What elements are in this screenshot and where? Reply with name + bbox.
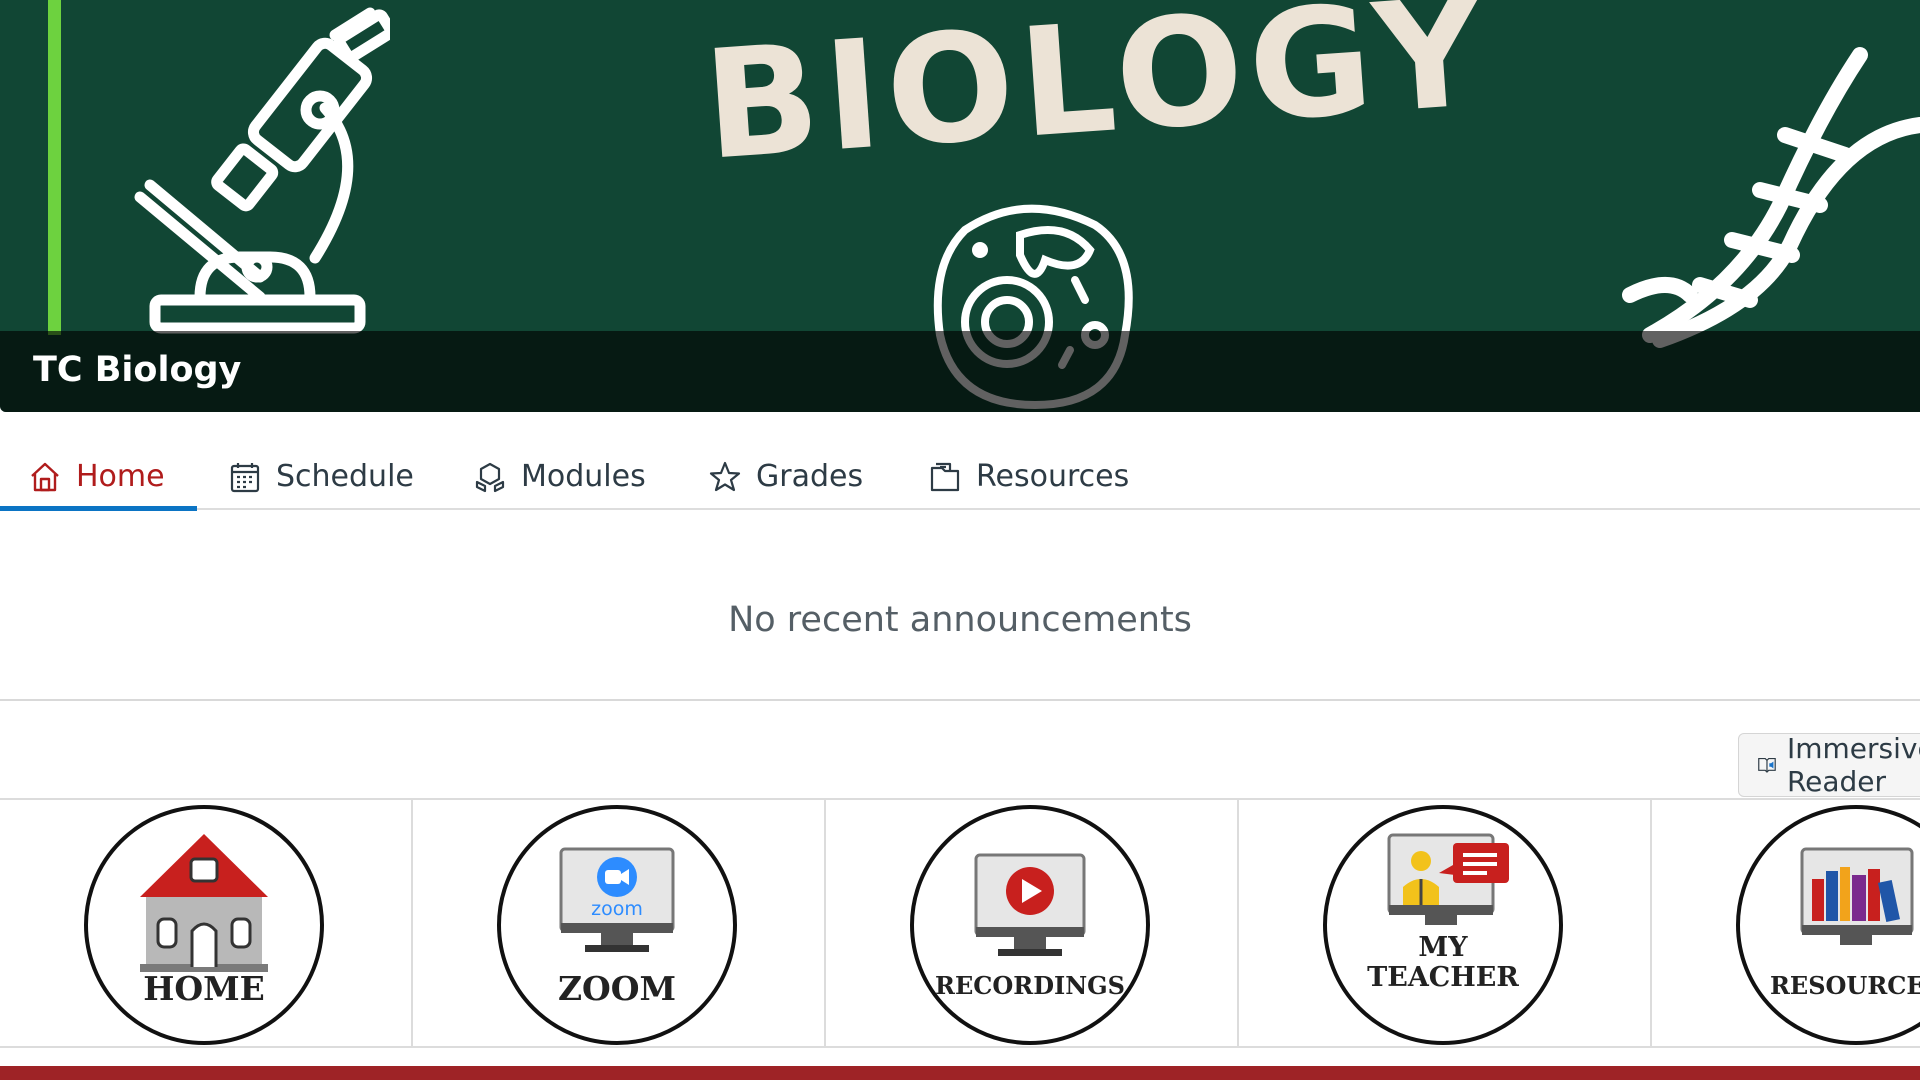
tile-resources[interactable]: RESOURCES <box>1652 800 1920 1048</box>
books-monitor-icon <box>1800 847 1914 945</box>
tile-resources-label: RESOURCES <box>1769 971 1920 1000</box>
tile-recordings-circle[interactable]: RECORDINGS <box>910 805 1150 1045</box>
teacher-monitor-icon <box>1387 833 1509 925</box>
tile-recordings[interactable]: RECORDINGS <box>826 800 1239 1048</box>
tab-home[interactable]: Home <box>0 445 197 511</box>
tab-resources-label: Resources <box>976 459 1130 494</box>
section-divider <box>0 699 1920 701</box>
immersive-reader-icon <box>1758 757 1776 773</box>
tab-schedule-label: Schedule <box>276 459 414 494</box>
star-icon <box>709 461 741 491</box>
tile-my-teacher-circle[interactable]: MY TEACHER <box>1323 805 1563 1045</box>
course-nav: Home Schedule Modules Grades Resources <box>0 445 1920 511</box>
tab-resources[interactable]: Resources <box>928 445 1129 508</box>
immersive-reader-label: Immersive Reader <box>1786 732 1920 798</box>
tile-my-teacher-label-line1: MY <box>1418 932 1468 963</box>
no-announcements-text: No recent announcements <box>728 600 1192 640</box>
tile-zoom-circle[interactable]: zoom ZOOM <box>497 805 737 1045</box>
immersive-reader-button[interactable]: Immersive Reader <box>1738 732 1920 798</box>
modules-icon <box>475 462 505 492</box>
zoom-screen-text: zoom <box>591 898 643 920</box>
tab-grades-label: Grades <box>756 459 864 494</box>
folder-icon <box>930 462 960 491</box>
navigation-tiles: HOME zoom ZOOM RECORDINGS MY TEACHER RES… <box>0 798 1920 1048</box>
course-banner: BIOLOGY TC Biology <box>0 0 1920 412</box>
tab-modules-label: Modules <box>521 459 646 494</box>
tab-modules[interactable]: Modules <box>473 445 646 508</box>
play-monitor-icon <box>974 853 1086 956</box>
tile-my-teacher[interactable]: MY TEACHER <box>1239 800 1652 1048</box>
tile-home[interactable]: HOME <box>0 800 413 1048</box>
dna-icon <box>1622 47 1920 348</box>
tile-resources-circle[interactable]: RESOURCES <box>1736 805 1920 1045</box>
tile-my-teacher-label: MY TEACHER <box>1327 933 1559 993</box>
footer-bar <box>0 1066 1920 1080</box>
banner-accent-stripe <box>48 0 61 335</box>
calendar-icon <box>230 462 260 492</box>
tile-my-teacher-label-line2: TEACHER <box>1367 962 1519 993</box>
tab-schedule[interactable]: Schedule <box>228 445 414 508</box>
tile-zoom[interactable]: zoom ZOOM <box>413 800 826 1048</box>
tile-zoom-label: ZOOM <box>557 969 677 1008</box>
microscope-icon <box>134 7 390 334</box>
tab-grades[interactable]: Grades <box>708 445 863 508</box>
tile-home-label: HOME <box>143 969 265 1008</box>
course-title-strip <box>0 331 1920 412</box>
home-icon <box>31 462 59 491</box>
course-title[interactable]: TC Biology <box>33 350 241 390</box>
tab-home-label: Home <box>76 459 165 494</box>
banner-art-title: BIOLOGY <box>698 0 1496 194</box>
tile-home-circle[interactable]: HOME <box>84 805 324 1045</box>
tile-recordings-label: RECORDINGS <box>935 971 1125 1000</box>
